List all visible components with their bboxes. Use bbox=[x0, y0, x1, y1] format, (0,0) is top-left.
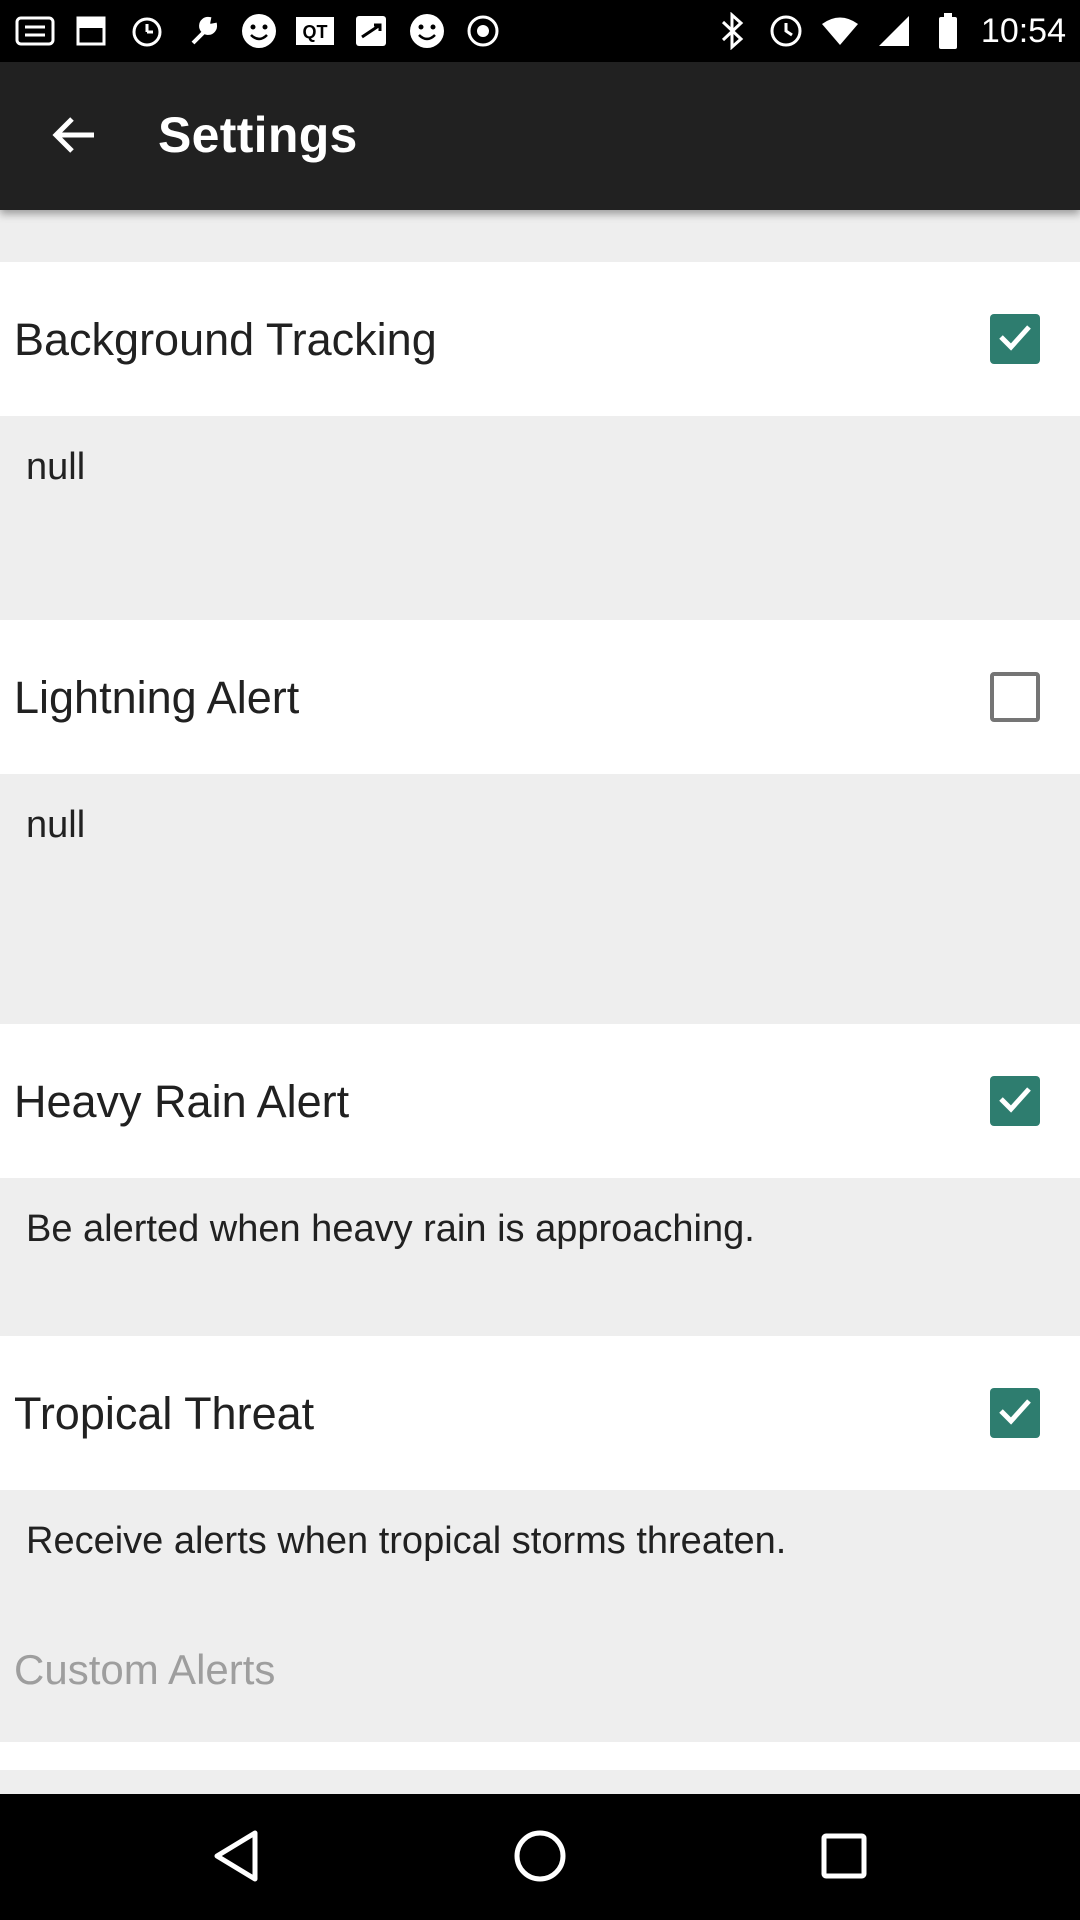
wrench-icon bbox=[182, 10, 224, 52]
setting-row-tropical-threat[interactable]: Tropical Threat bbox=[0, 1336, 1080, 1490]
check-icon bbox=[997, 1396, 1033, 1431]
nav-recents-button[interactable] bbox=[808, 1822, 880, 1894]
arrow-back-icon bbox=[50, 115, 96, 160]
smiley-icon bbox=[406, 10, 448, 52]
navigation-bar bbox=[0, 1794, 1080, 1920]
setting-title: Heavy Rain Alert bbox=[14, 1076, 350, 1127]
setting-description: null bbox=[26, 804, 86, 846]
svg-text:QT: QT bbox=[303, 22, 328, 42]
nav-home-button[interactable] bbox=[504, 1822, 576, 1894]
tropical-threat-checkbox[interactable] bbox=[990, 1388, 1040, 1438]
setting-description: Be alerted when heavy rain is approachin… bbox=[26, 1208, 755, 1250]
page-title: Settings bbox=[158, 107, 358, 163]
heavy-rain-alert-checkbox[interactable] bbox=[990, 1076, 1040, 1126]
setting-description: Receive alerts when tropical storms thre… bbox=[26, 1520, 787, 1562]
setting-row-lightning-alert[interactable]: Lightning Alert bbox=[0, 620, 1080, 774]
wifi-icon bbox=[819, 10, 861, 52]
background-tracking-checkbox[interactable] bbox=[990, 314, 1040, 364]
app-bar: Settings bbox=[0, 62, 1080, 210]
check-icon bbox=[997, 322, 1033, 357]
qt-icon: QT bbox=[294, 10, 336, 52]
nav-back-button[interactable] bbox=[200, 1822, 272, 1894]
triangle-back-icon bbox=[211, 1828, 261, 1889]
setting-row-background-tracking[interactable]: Background Tracking bbox=[0, 262, 1080, 416]
app-icon bbox=[14, 10, 56, 52]
shuffle-icon bbox=[350, 10, 392, 52]
back-button[interactable] bbox=[30, 102, 116, 172]
alarm-icon bbox=[126, 10, 168, 52]
bluetooth-icon bbox=[711, 10, 753, 52]
setting-row-heavy-rain-alert[interactable]: Heavy Rain Alert bbox=[0, 1024, 1080, 1178]
battery-icon bbox=[927, 10, 969, 52]
status-bar: QT 10:54 bbox=[0, 0, 1080, 62]
clock-icon bbox=[765, 10, 807, 52]
lightning-alert-checkbox[interactable] bbox=[990, 672, 1040, 722]
notification-icon bbox=[70, 10, 112, 52]
status-left-icons: QT bbox=[14, 8, 504, 54]
section-header-custom-alerts: Custom Alerts bbox=[14, 1646, 276, 1693]
setting-title: Tropical Threat bbox=[14, 1388, 315, 1439]
list-item[interactable] bbox=[0, 1742, 1080, 1770]
record-icon bbox=[462, 10, 504, 52]
status-time: 10:54 bbox=[980, 11, 1066, 50]
setting-title: Lightning Alert bbox=[14, 672, 300, 723]
cell-signal-icon bbox=[873, 10, 915, 52]
settings-list: Background Tracking null Lightning Alert… bbox=[0, 210, 1080, 1794]
smiley-icon bbox=[238, 10, 280, 52]
circle-home-icon bbox=[512, 1828, 568, 1889]
square-recents-icon bbox=[819, 1831, 869, 1886]
status-right-icons: 10:54 bbox=[711, 8, 1066, 54]
check-icon bbox=[997, 1084, 1033, 1119]
setting-title: Background Tracking bbox=[14, 314, 437, 365]
setting-description: null bbox=[26, 446, 86, 488]
